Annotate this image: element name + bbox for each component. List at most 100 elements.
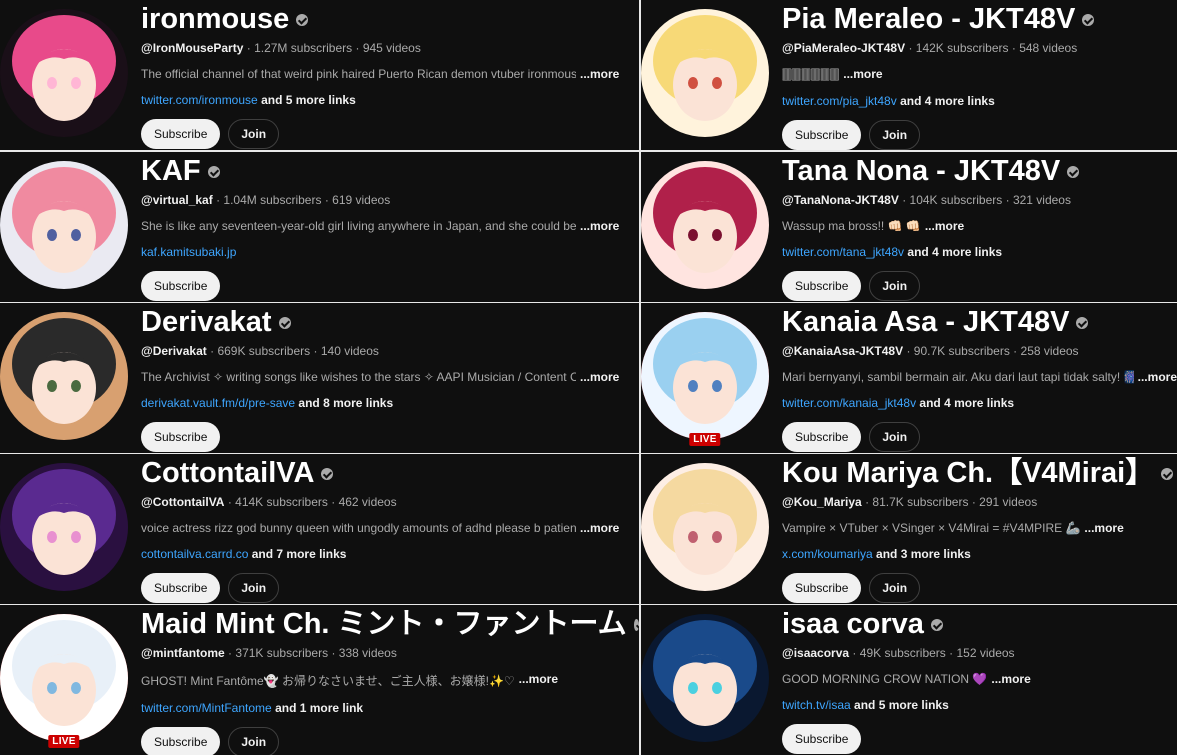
subscribe-button[interactable]: Subscribe bbox=[782, 573, 862, 603]
channel-name[interactable]: isaa corva bbox=[782, 605, 924, 643]
channel-link[interactable]: twitter.com/ironmouse bbox=[141, 93, 258, 107]
channel-name[interactable]: ironmouse bbox=[141, 0, 289, 38]
channel-name[interactable]: Maid Mint Ch. ミント・ファントーム bbox=[141, 605, 627, 643]
channel-name[interactable]: Kou Mariya Ch.【V4Mirai】 bbox=[782, 454, 1154, 492]
channel-name[interactable]: Kanaia Asa - JKT48V bbox=[782, 303, 1069, 341]
subscribe-button[interactable]: Subscribe bbox=[141, 573, 221, 603]
channel-avatar[interactable] bbox=[641, 463, 769, 591]
channel-link[interactable]: twitter.com/MintFantome bbox=[141, 701, 272, 715]
subscribe-button[interactable]: Subscribe bbox=[782, 422, 862, 452]
avatar[interactable] bbox=[641, 463, 769, 591]
join-button[interactable]: Join bbox=[228, 119, 280, 149]
avatar[interactable] bbox=[0, 463, 128, 591]
channel-link[interactable]: cottontailva.carrd.co bbox=[141, 547, 248, 561]
more-links[interactable]: and 8 more links bbox=[298, 396, 393, 410]
subscribe-button[interactable]: Subscribe bbox=[141, 119, 221, 149]
subscribe-button[interactable]: Subscribe bbox=[141, 727, 221, 755]
verified-icon bbox=[278, 317, 291, 329]
channel-links: kaf.kamitsubaki.jp bbox=[141, 245, 639, 259]
join-button[interactable]: Join bbox=[869, 271, 921, 301]
more-link[interactable]: ...more bbox=[1138, 370, 1177, 384]
channel-avatar[interactable] bbox=[0, 161, 128, 289]
more-link[interactable]: ...more bbox=[580, 219, 619, 233]
avatar[interactable] bbox=[0, 614, 128, 742]
verified-icon bbox=[296, 14, 309, 26]
more-link[interactable]: ...more bbox=[580, 370, 619, 384]
more-links[interactable]: and 1 more link bbox=[275, 701, 363, 715]
avatar[interactable] bbox=[641, 161, 769, 289]
channel-link[interactable]: x.com/koumariya bbox=[782, 547, 873, 561]
more-link[interactable]: ...more bbox=[580, 67, 619, 81]
channel-meta: @TanaNona-JKT48V · 104K subscribers · 32… bbox=[782, 193, 1177, 207]
channel-card[interactable]: Pia Meraleo - JKT48V @PiaMeraleo-JKT48V … bbox=[641, 0, 1177, 150]
avatar[interactable] bbox=[641, 614, 769, 742]
channel-grid: ironmouse @IronMouseParty · 1.27M subscr… bbox=[0, 0, 1177, 755]
channel-name[interactable]: Pia Meraleo - JKT48V bbox=[782, 0, 1075, 38]
more-link[interactable]: ...more bbox=[519, 672, 558, 689]
channel-links: cottontailva.carrd.co and 7 more links bbox=[141, 547, 639, 561]
channel-card[interactable]: CottontailVA @CottontailVA · 414K subscr… bbox=[0, 454, 639, 604]
meta-separator: · bbox=[1005, 193, 1013, 207]
channel-name[interactable]: Tana Nona - JKT48V bbox=[782, 152, 1060, 190]
verified-icon bbox=[1067, 166, 1080, 178]
subscribe-button[interactable]: Subscribe bbox=[141, 422, 221, 452]
verified-icon bbox=[1161, 468, 1174, 480]
join-button[interactable]: Join bbox=[228, 727, 280, 755]
join-button[interactable]: Join bbox=[228, 573, 280, 603]
channel-avatar[interactable] bbox=[0, 312, 128, 440]
avatar[interactable] bbox=[0, 161, 128, 289]
subscribe-button[interactable]: Subscribe bbox=[782, 724, 862, 754]
channel-link[interactable]: twitter.com/kanaia_jkt48v bbox=[782, 396, 916, 410]
channel-description: 🀫🀫🀫🀫🀫🀫 bbox=[782, 67, 840, 81]
more-links[interactable]: and 4 more links bbox=[919, 396, 1014, 410]
more-links[interactable]: and 7 more links bbox=[252, 547, 347, 561]
join-button[interactable]: Join bbox=[869, 573, 921, 603]
more-links[interactable]: and 5 more links bbox=[261, 93, 356, 107]
channel-handle: @mintfantome bbox=[141, 646, 225, 660]
more-links[interactable]: and 4 more links bbox=[900, 94, 995, 108]
join-button[interactable]: Join bbox=[869, 422, 921, 452]
subscribe-button[interactable]: Subscribe bbox=[141, 271, 221, 301]
channel-avatar[interactable] bbox=[0, 9, 128, 137]
channel-link[interactable]: twitter.com/pia_jkt48v bbox=[782, 94, 897, 108]
channel-avatar[interactable] bbox=[641, 9, 769, 137]
channel-name[interactable]: Derivakat bbox=[141, 303, 272, 341]
channel-card[interactable]: LIVE Maid Mint Ch. ミント・ファントーム @mintfanto… bbox=[0, 605, 639, 755]
channel-name[interactable]: KAF bbox=[141, 152, 201, 190]
channel-avatar[interactable] bbox=[641, 614, 769, 742]
more-link[interactable]: ...more bbox=[925, 219, 964, 233]
channel-avatar[interactable] bbox=[0, 463, 128, 591]
channel-card[interactable]: ironmouse @IronMouseParty · 1.27M subscr… bbox=[0, 0, 639, 150]
channel-avatar[interactable]: LIVE bbox=[641, 312, 769, 446]
channel-avatar[interactable]: LIVE bbox=[0, 614, 128, 748]
avatar[interactable] bbox=[0, 9, 128, 137]
subscriber-count: 90.7K subscribers bbox=[913, 344, 1010, 358]
channel-link[interactable]: twitch.tv/isaa bbox=[782, 698, 851, 712]
video-count: 945 videos bbox=[362, 41, 421, 55]
avatar[interactable] bbox=[0, 312, 128, 440]
subscribe-button[interactable]: Subscribe bbox=[782, 120, 862, 150]
channel-card[interactable]: Derivakat @Derivakat · 669K subscribers … bbox=[0, 303, 639, 453]
more-links[interactable]: and 4 more links bbox=[907, 245, 1002, 259]
more-link[interactable]: ...more bbox=[843, 67, 882, 82]
more-links[interactable]: and 5 more links bbox=[854, 698, 949, 712]
channel-link[interactable]: twitter.com/tana_jkt48v bbox=[782, 245, 904, 259]
channel-card[interactable]: LIVE Kanaia Asa - JKT48V @KanaiaAsa-JKT4… bbox=[641, 303, 1177, 453]
subscribe-button[interactable]: Subscribe bbox=[782, 271, 862, 301]
channel-card[interactable]: isaa corva @isaacorva · 49K subscribers … bbox=[641, 605, 1177, 755]
avatar[interactable] bbox=[641, 9, 769, 137]
channel-handle: @Kou_Mariya bbox=[782, 495, 862, 509]
avatar[interactable] bbox=[641, 312, 769, 440]
more-links[interactable]: and 3 more links bbox=[876, 547, 971, 561]
channel-link[interactable]: derivakat.vault.fm/d/pre-save bbox=[141, 396, 295, 410]
channel-name[interactable]: CottontailVA bbox=[141, 454, 314, 492]
more-link[interactable]: ...more bbox=[1084, 521, 1123, 535]
channel-card[interactable]: KAF @virtual_kaf · 1.04M subscribers · 6… bbox=[0, 152, 639, 302]
more-link[interactable]: ...more bbox=[580, 521, 619, 535]
channel-link[interactable]: kaf.kamitsubaki.jp bbox=[141, 245, 236, 259]
channel-card[interactable]: Kou Mariya Ch.【V4Mirai】 @Kou_Mariya · 81… bbox=[641, 454, 1177, 604]
channel-card[interactable]: Tana Nona - JKT48V @TanaNona-JKT48V · 10… bbox=[641, 152, 1177, 302]
channel-avatar[interactable] bbox=[641, 161, 769, 289]
join-button[interactable]: Join bbox=[869, 120, 921, 150]
more-link[interactable]: ...more bbox=[991, 672, 1030, 686]
